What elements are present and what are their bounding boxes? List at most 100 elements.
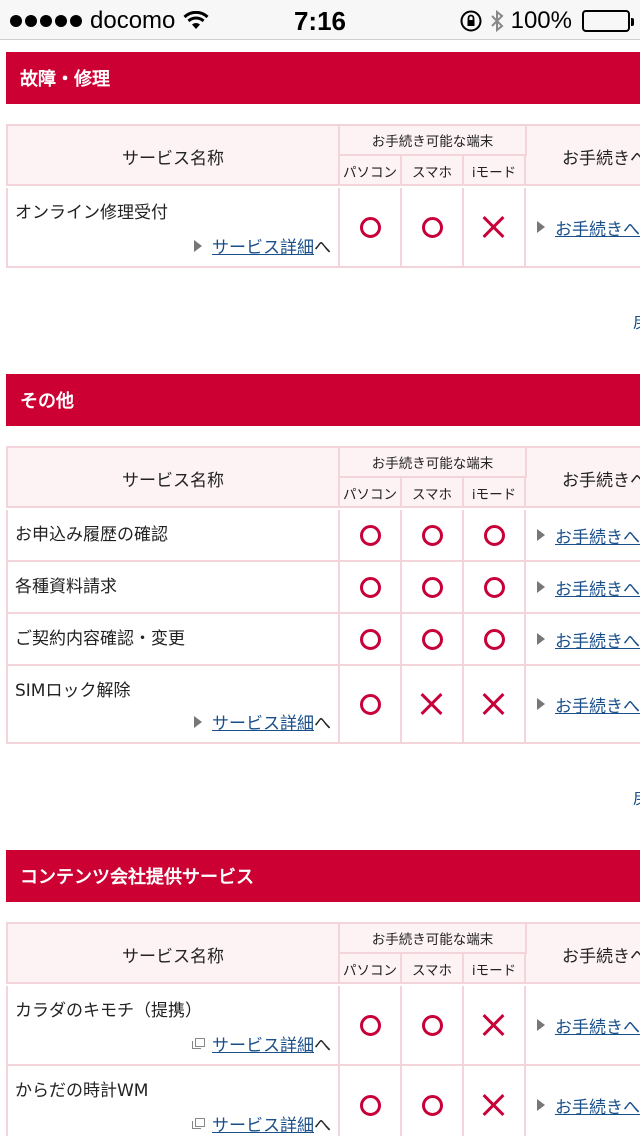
- pc-available-cell: [340, 562, 402, 612]
- procedure-link[interactable]: お手続きへ: [555, 692, 640, 717]
- header-procedure: お手続きへ: [562, 148, 640, 169]
- imode-available-cell: [464, 986, 526, 1064]
- service-detail-link[interactable]: サービス詳細: [212, 709, 314, 734]
- arrow-right-icon: [537, 633, 545, 645]
- service-name: ご契約内容確認・変更: [15, 629, 185, 649]
- cross-icon: [483, 693, 505, 715]
- table-header-row: サービス名称 お手続き可能な端末 パソコン スマホ iモード お手続きへ: [6, 924, 640, 984]
- smartphone-available-cell: [402, 562, 464, 612]
- back-link[interactable]: 戻る: [633, 784, 640, 809]
- service-detail: サービス詳細 へ: [192, 1111, 331, 1136]
- service-name: オンライン修理受付: [15, 203, 168, 223]
- table-row: オンライン修理受付 サービス詳細 へ お手続きへ: [6, 188, 640, 268]
- pc-available-cell: [340, 666, 402, 742]
- service-name: からだの時計WM: [15, 1081, 149, 1101]
- procedure-cell: お手続きへ: [527, 1066, 640, 1136]
- header-devices: お手続き可能な端末: [340, 126, 527, 156]
- circle-icon: [421, 1014, 443, 1036]
- circle-icon: [483, 628, 505, 650]
- smartphone-available-cell: [402, 1066, 464, 1136]
- circle-icon: [421, 216, 443, 238]
- header-pc: パソコン: [340, 954, 402, 984]
- header-devices: お手続き可能な端末: [340, 924, 527, 954]
- arrow-right-icon: [537, 221, 545, 233]
- service-name: お申込み履歴の確認: [15, 525, 168, 545]
- circle-icon: [421, 628, 443, 650]
- smartphone-available-cell: [402, 666, 464, 742]
- circle-icon: [359, 216, 381, 238]
- service-detail-link[interactable]: サービス詳細: [212, 233, 314, 258]
- table-header-row: サービス名称 お手続き可能な端末 パソコン スマホ iモード お手続きへ: [6, 448, 640, 508]
- procedure-link[interactable]: お手続きへ: [555, 1013, 640, 1038]
- procedure-cell: お手続きへ: [527, 188, 640, 266]
- battery-icon: [582, 10, 634, 32]
- header-procedure: お手続きへ: [562, 946, 640, 967]
- arrow-right-icon: [537, 1019, 545, 1031]
- table-row: お申込み履歴の確認 お手続きへ: [6, 510, 640, 562]
- service-name: SIMロック解除: [15, 681, 131, 701]
- status-bar: docomo 7:16 100%: [0, 0, 640, 40]
- circle-icon: [359, 1014, 381, 1036]
- table-row: カラダのキモチ（提携） サービス詳細 へ お手続きへ: [6, 986, 640, 1066]
- header-smartphone: スマホ: [402, 156, 464, 186]
- procedure-cell: お手続きへ: [527, 562, 640, 612]
- imode-available-cell: [464, 666, 526, 742]
- service-name-cell: カラダのキモチ（提携） サービス詳細 へ: [6, 986, 340, 1064]
- cross-icon: [483, 216, 505, 238]
- service-name-cell: オンライン修理受付 サービス詳細 へ: [6, 188, 340, 266]
- imode-available-cell: [464, 1066, 526, 1136]
- service-name-cell: 各種資料請求: [6, 562, 340, 612]
- procedure-link[interactable]: お手続きへ: [555, 1093, 640, 1118]
- circle-icon: [359, 576, 381, 598]
- procedure-link[interactable]: お手続きへ: [555, 523, 640, 548]
- circle-icon: [421, 524, 443, 546]
- service-name-cell: お申込み履歴の確認: [6, 510, 340, 560]
- service-detail: サービス詳細 へ: [194, 233, 331, 258]
- pc-available-cell: [340, 188, 402, 266]
- header-imode: iモード: [464, 954, 526, 984]
- arrow-right-icon: [537, 1099, 545, 1111]
- header-smartphone: スマホ: [402, 478, 464, 508]
- procedure-cell: お手続きへ: [527, 986, 640, 1064]
- cross-icon: [421, 693, 443, 715]
- arrow-right-icon: [537, 581, 545, 593]
- table-row: 各種資料請求 お手続きへ: [6, 562, 640, 614]
- procedure-link[interactable]: お手続きへ: [555, 215, 640, 240]
- circle-icon: [359, 1094, 381, 1116]
- section-header-content-services: コンテンツ会社提供サービス: [6, 850, 640, 902]
- procedure-cell: お手続きへ: [527, 666, 640, 742]
- header-smartphone: スマホ: [402, 954, 464, 984]
- bluetooth-icon: [490, 9, 504, 33]
- header-service-name: サービス名称: [6, 126, 340, 186]
- imode-available-cell: [464, 188, 526, 266]
- circle-icon: [359, 693, 381, 715]
- header-service-name: サービス名称: [6, 448, 340, 508]
- service-name-cell: からだの時計WM サービス詳細 へ: [6, 1066, 340, 1136]
- service-table-content-services: サービス名称 お手続き可能な端末 パソコン スマホ iモード お手続きへ カラダ…: [6, 922, 640, 1136]
- smartphone-available-cell: [402, 986, 464, 1064]
- arrow-right-icon: [537, 698, 545, 710]
- procedure-cell: お手続きへ: [527, 510, 640, 560]
- service-detail-link[interactable]: サービス詳細: [212, 1031, 314, 1056]
- pc-available-cell: [340, 1066, 402, 1136]
- pc-available-cell: [340, 614, 402, 664]
- service-name-cell: SIMロック解除 サービス詳細 へ: [6, 666, 340, 742]
- smartphone-available-cell: [402, 614, 464, 664]
- header-pc: パソコン: [340, 156, 402, 186]
- pc-available-cell: [340, 986, 402, 1064]
- procedure-link[interactable]: お手続きへ: [555, 575, 640, 600]
- table-header-row: サービス名称 お手続き可能な端末 パソコン スマホ iモード お手続きへ: [6, 126, 640, 186]
- back-link[interactable]: 戻る: [633, 308, 640, 333]
- arrow-right-icon: [194, 715, 202, 728]
- service-table-other: サービス名称 お手続き可能な端末 パソコン スマホ iモード お手続きへ お申込…: [6, 446, 640, 744]
- procedure-link[interactable]: お手続きへ: [555, 627, 640, 652]
- service-detail: サービス詳細 へ: [194, 709, 331, 734]
- service-detail-suffix: へ: [314, 1116, 331, 1136]
- circle-icon: [483, 576, 505, 598]
- service-name-cell: ご契約内容確認・変更: [6, 614, 340, 664]
- header-imode: iモード: [464, 478, 526, 508]
- service-detail-link[interactable]: サービス詳細: [212, 1111, 314, 1136]
- circle-icon: [359, 628, 381, 650]
- circle-icon: [359, 524, 381, 546]
- imode-available-cell: [464, 614, 526, 664]
